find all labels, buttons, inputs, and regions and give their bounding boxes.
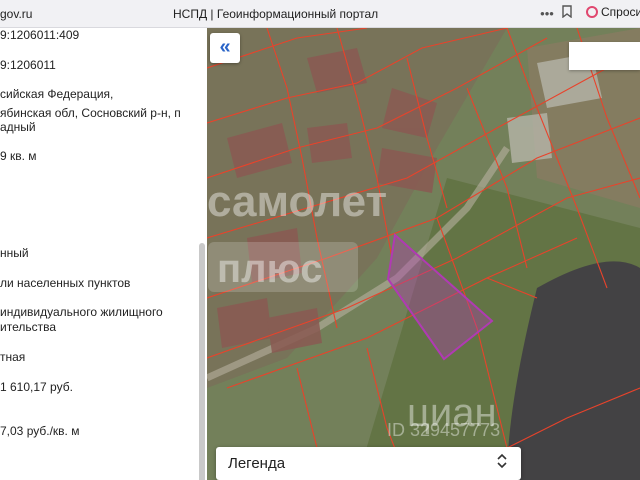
browser-toolbar: gov.ru НСПД | Геоинформационный портал •…	[0, 0, 640, 28]
satellite-map[interactable]: самолет плюс циан ID 329457773 « Легенда	[207, 28, 640, 480]
listing-id-watermark: ID 329457773	[387, 420, 500, 440]
legend-bar[interactable]: Легенда	[216, 447, 521, 480]
address-line-1: сийская Федерация,	[0, 87, 114, 101]
legend-label: Легенда	[228, 455, 286, 472]
map-tools-box[interactable]	[569, 42, 640, 70]
permitted-use-line-1: индивидуального жилищного	[0, 305, 163, 319]
cadastral-quarter: 9:1206011	[0, 58, 56, 72]
ask-alice-button[interactable]: Спроси	[586, 5, 640, 23]
area-value: 9 кв. м	[0, 149, 37, 163]
address-line-3: адный	[0, 120, 36, 134]
address-bar-url[interactable]: gov.ru	[0, 7, 32, 21]
bookmark-icon[interactable]	[558, 5, 576, 23]
cadastral-number: 9:1206011:409	[0, 28, 80, 42]
ask-label: Спроси	[601, 5, 640, 19]
tab-title: НСПД | Геоинформационный портал	[173, 7, 379, 21]
specific-cadastral-value: 7,03 руб./кв. м	[0, 424, 80, 438]
land-category-value: ли населенных пунктов	[0, 276, 131, 290]
samolet-watermark: самолет	[207, 177, 387, 226]
address-line-2: ябинская обл, Сосновский р-н, п	[0, 106, 181, 120]
map-canvas[interactable]: самолет плюс циан ID 329457773	[207, 28, 640, 480]
status-value: нный	[0, 246, 29, 260]
ownership-form-value: тная	[0, 350, 26, 364]
panel-scrollbar[interactable]	[199, 243, 205, 480]
more-icon[interactable]: •••	[538, 5, 556, 23]
ask-alice-icon	[586, 6, 598, 18]
expand-toggle-icon[interactable]	[497, 453, 507, 469]
collapse-panel-button[interactable]: «	[210, 33, 240, 63]
cadastral-value: 1 610,17 руб.	[0, 380, 73, 394]
parcel-info-panel: 9:1206011:409 9:1206011 сийская Федераци…	[0, 28, 207, 480]
plus-watermark: плюс	[217, 247, 322, 291]
permitted-use-line-2: ительства	[0, 320, 57, 334]
